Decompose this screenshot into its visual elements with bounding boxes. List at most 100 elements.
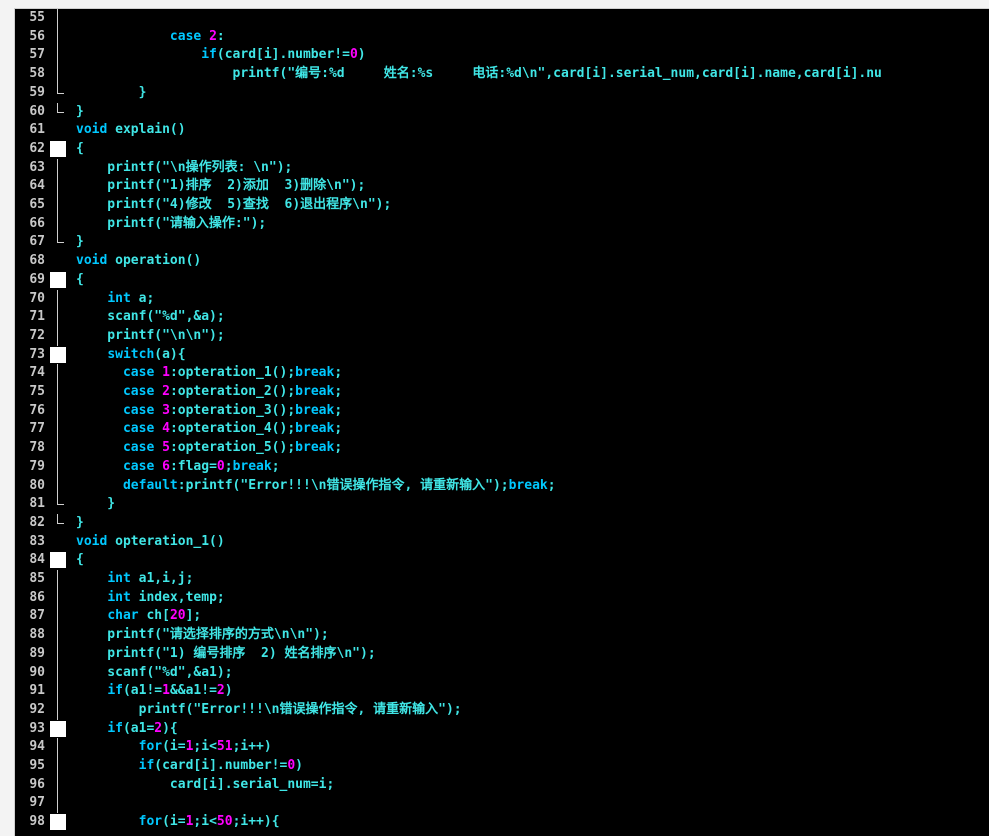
line-number: 64 (29, 178, 45, 194)
code-token: ; (224, 458, 233, 474)
code-line[interactable]: 69 { (15, 271, 989, 290)
fold-toggle-icon[interactable] (50, 140, 66, 157)
code-line[interactable]: 97 (15, 794, 989, 814)
code-line[interactable]: 82} (15, 513, 989, 533)
code-token: 0 (349, 47, 358, 63)
fold-toggle-icon[interactable] (50, 720, 66, 737)
code-line[interactable]: 67} (15, 233, 989, 252)
code-token: :flag= (169, 458, 217, 474)
code-line[interactable]: 73 switch(a){ (15, 346, 989, 365)
line-number: 61 (29, 122, 45, 138)
fold-guide-icon (57, 439, 59, 459)
code-line[interactable]: 98 for(i=1;i<50;i++){ (15, 813, 989, 832)
code-token: void (76, 122, 108, 138)
code-line[interactable]: 78 case 5:opteration_5();break; (15, 439, 989, 459)
code-token: &&a1!= (169, 683, 217, 699)
code-text: void opteration_1() (76, 533, 225, 552)
code-token: 20 (169, 608, 186, 624)
code-text: int index,temp; (76, 589, 224, 608)
code-token: 2 (209, 28, 217, 44)
code-line[interactable]: 74 case 1:opteration_1();break; (15, 364, 989, 384)
code-line[interactable]: 90 scanf("%d",&a1); (15, 663, 989, 683)
code-line[interactable]: 89 printf("1) 编号排序 2) 姓名排序\n"); (15, 644, 989, 664)
code-token: printf("\n\n"); (76, 327, 225, 343)
fold-toggle-icon[interactable] (50, 814, 66, 831)
line-number: 84 (29, 552, 45, 568)
code-line[interactable]: 79 case 6:flag=0;break; (15, 457, 989, 477)
code-line[interactable]: 75 case 2:opteration_2();break; (15, 383, 989, 402)
code-line[interactable]: 58 printf("编号:%d 姓名:%s 电话:%d\n",card[i].… (15, 65, 989, 85)
code-line[interactable]: 72 printf("\n\n"); (15, 326, 989, 346)
code-token: for (138, 739, 163, 755)
line-number: 98 (29, 814, 45, 830)
code-line[interactable]: 77 case 4:opteration_4();break; (15, 420, 989, 440)
code-text: case 2: (76, 28, 225, 47)
code-line[interactable]: 64 printf("1)排序 2)添加 3)删除\n"); (15, 177, 989, 197)
fold-guide-icon (57, 83, 64, 94)
code-token: 0 (216, 458, 225, 474)
code-text: { (76, 140, 84, 159)
code-line[interactable]: 63 printf("\n操作列表: \n"); (15, 158, 989, 178)
code-token: break (295, 384, 335, 399)
line-number: 91 (29, 683, 45, 699)
code-line[interactable]: 70 int a; (15, 289, 989, 309)
fold-guide-icon (57, 308, 59, 328)
code-line[interactable]: 76 case 3:opteration_3();break; (15, 401, 989, 421)
line-number: 96 (29, 776, 45, 792)
code-token: break (295, 421, 335, 437)
code-token: (i= (162, 739, 186, 755)
code-line[interactable]: 57 if(card[i].number!=0) (15, 46, 989, 66)
code-line[interactable]: 93 if(a1=2){ (15, 720, 989, 739)
code-token: if (107, 683, 123, 699)
code-line[interactable]: 83 void opteration_1() (15, 533, 989, 552)
code-token: char (107, 608, 139, 624)
code-token: case (122, 421, 163, 437)
code-line[interactable]: 92 printf("Error!!!\n错误操作指令, 请重新输入"); (15, 700, 989, 720)
line-number: 69 (29, 271, 45, 287)
code-line[interactable]: 84 { (15, 551, 989, 570)
code-line[interactable]: 61 void explain() (15, 121, 989, 140)
code-line[interactable]: 95 if(card[i].number!=0) (15, 757, 989, 776)
code-line[interactable]: 60} (15, 102, 989, 122)
code-line[interactable]: 80 default:printf("Error!!!\n错误操作指令, 请重新… (15, 476, 989, 496)
line-number: 85 (29, 571, 45, 586)
code-token: 5 (162, 440, 170, 456)
code-line[interactable]: 96 card[i].serial_num=i; (15, 775, 989, 795)
fold-toggle-icon[interactable] (50, 346, 66, 363)
fold-guide-icon (57, 196, 59, 215)
code-line[interactable]: 91 if(a1!=1&&a1!=2) (15, 682, 989, 702)
code-line[interactable]: 66 printf("请输入操作:"); (15, 214, 989, 234)
code-line[interactable]: 85 int a1,i,j; (15, 570, 989, 589)
code-line[interactable]: 86 int index,temp; (15, 588, 989, 608)
code-line[interactable]: 62 { (15, 140, 989, 159)
code-token: printf("编号:%d 姓名:%s 电话:%d\n",card[i].ser… (76, 66, 882, 82)
fold-toggle-icon[interactable] (50, 271, 66, 288)
line-number: 78 (29, 440, 45, 456)
code-line[interactable]: 94 for(i=1;i<51;i++) (15, 738, 989, 758)
fold-guide-icon (57, 457, 59, 477)
code-line[interactable]: 65 printf("4)修改 5)查找 6)退出程序\n"); (15, 196, 989, 215)
line-number: 92 (29, 701, 45, 717)
code-line[interactable]: 87 char ch[20]; (15, 607, 989, 627)
code-line[interactable]: 68 void operation() (15, 252, 989, 271)
code-token: printf("Error!!!\n错误操作指令, 请重新输入"); (76, 701, 462, 717)
code-line[interactable]: 59 } (15, 83, 989, 103)
code-line[interactable]: 88 printf("请选择排序的方式\n\n"); (15, 626, 989, 646)
code-token: operation() (107, 253, 202, 269)
fold-guide-icon (57, 757, 59, 776)
code-token: if (201, 47, 217, 63)
fold-toggle-icon[interactable] (50, 552, 66, 569)
line-number: 74 (29, 365, 45, 381)
code-line[interactable]: 81 } (15, 495, 989, 514)
code-editor[interactable]: 55 56 case 2: 57 if(card[i].number!=0) 58 … (14, 8, 989, 836)
code-line[interactable]: 71 scanf("%d",&a); (15, 308, 989, 328)
code-text: } (76, 514, 84, 533)
fold-guide-icon (57, 46, 59, 66)
code-line[interactable]: 55 (15, 9, 989, 28)
code-token: 51 (216, 739, 233, 755)
code-token: ) (224, 683, 233, 699)
code-line[interactable]: 56 case 2: (15, 27, 989, 47)
